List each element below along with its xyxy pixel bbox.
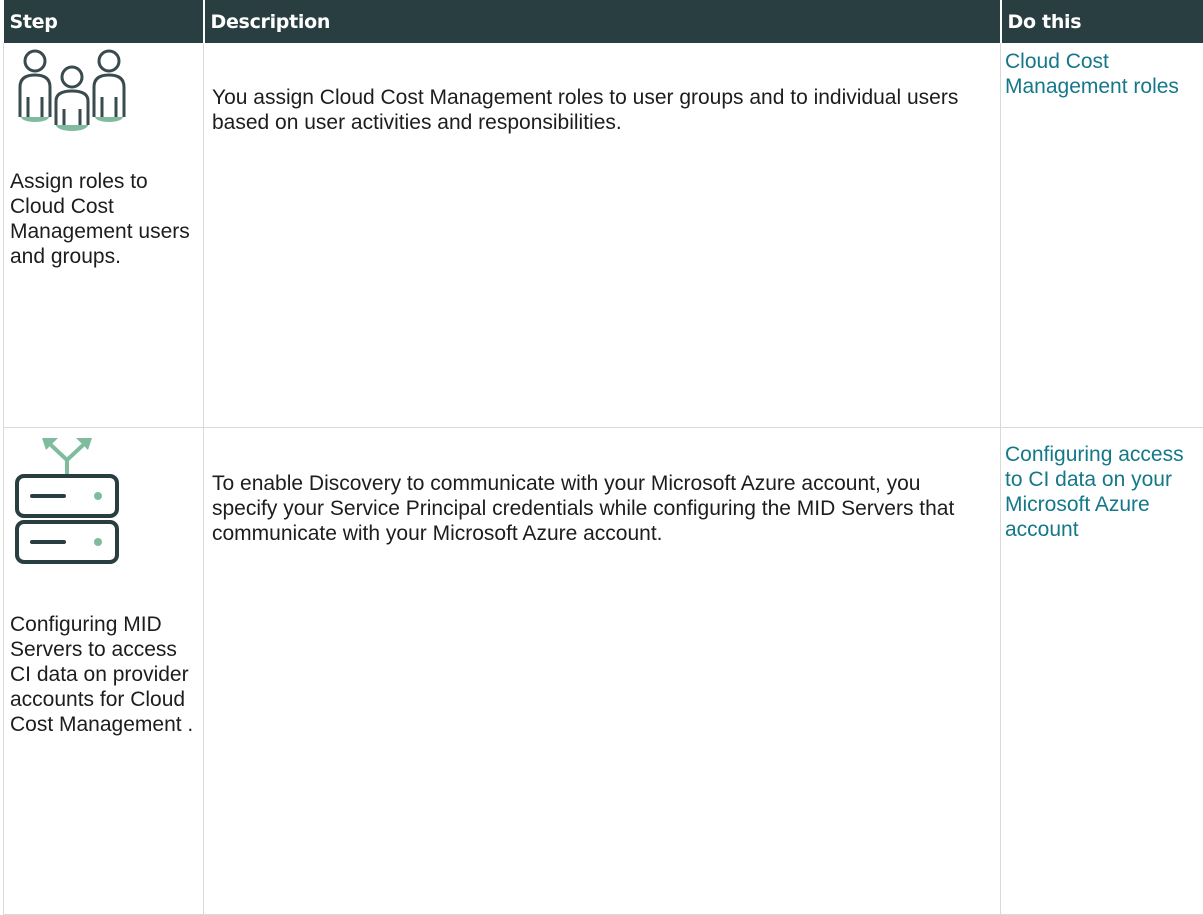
steps-table: Step Description Do this — [3, 0, 1203, 915]
step-cell: Assign roles to Cloud Cost Management us… — [4, 43, 204, 428]
table-row: Assign roles to Cloud Cost Management us… — [4, 43, 1203, 428]
page: Step Description Do this — [0, 0, 1203, 873]
cloud-cost-management-roles-link[interactable]: Cloud Cost Management roles — [1005, 49, 1195, 99]
server-network-icon — [12, 432, 122, 572]
header-description: Description — [204, 0, 1001, 43]
do-this-cell: Cloud Cost Management roles — [1001, 43, 1203, 428]
user-group-icon — [12, 47, 132, 133]
table-header-row: Step Description Do this — [4, 0, 1203, 43]
header-step: Step — [4, 0, 204, 43]
step-label: Assign roles to Cloud Cost Management us… — [10, 169, 197, 269]
description-cell: You assign Cloud Cost Management roles t… — [204, 43, 1001, 428]
do-this-cell: Configuring access to CI data on your Mi… — [1001, 428, 1203, 915]
configuring-access-link[interactable]: Configuring access to CI data on your Mi… — [1005, 442, 1195, 542]
description-cell: To enable Discovery to communicate with … — [204, 428, 1001, 915]
step-cell: Configuring MID Servers to access CI dat… — [4, 428, 204, 915]
step-label: Configuring MID Servers to access CI dat… — [10, 612, 197, 737]
table-row: Configuring MID Servers to access CI dat… — [4, 428, 1203, 915]
header-do-this: Do this — [1001, 0, 1203, 43]
